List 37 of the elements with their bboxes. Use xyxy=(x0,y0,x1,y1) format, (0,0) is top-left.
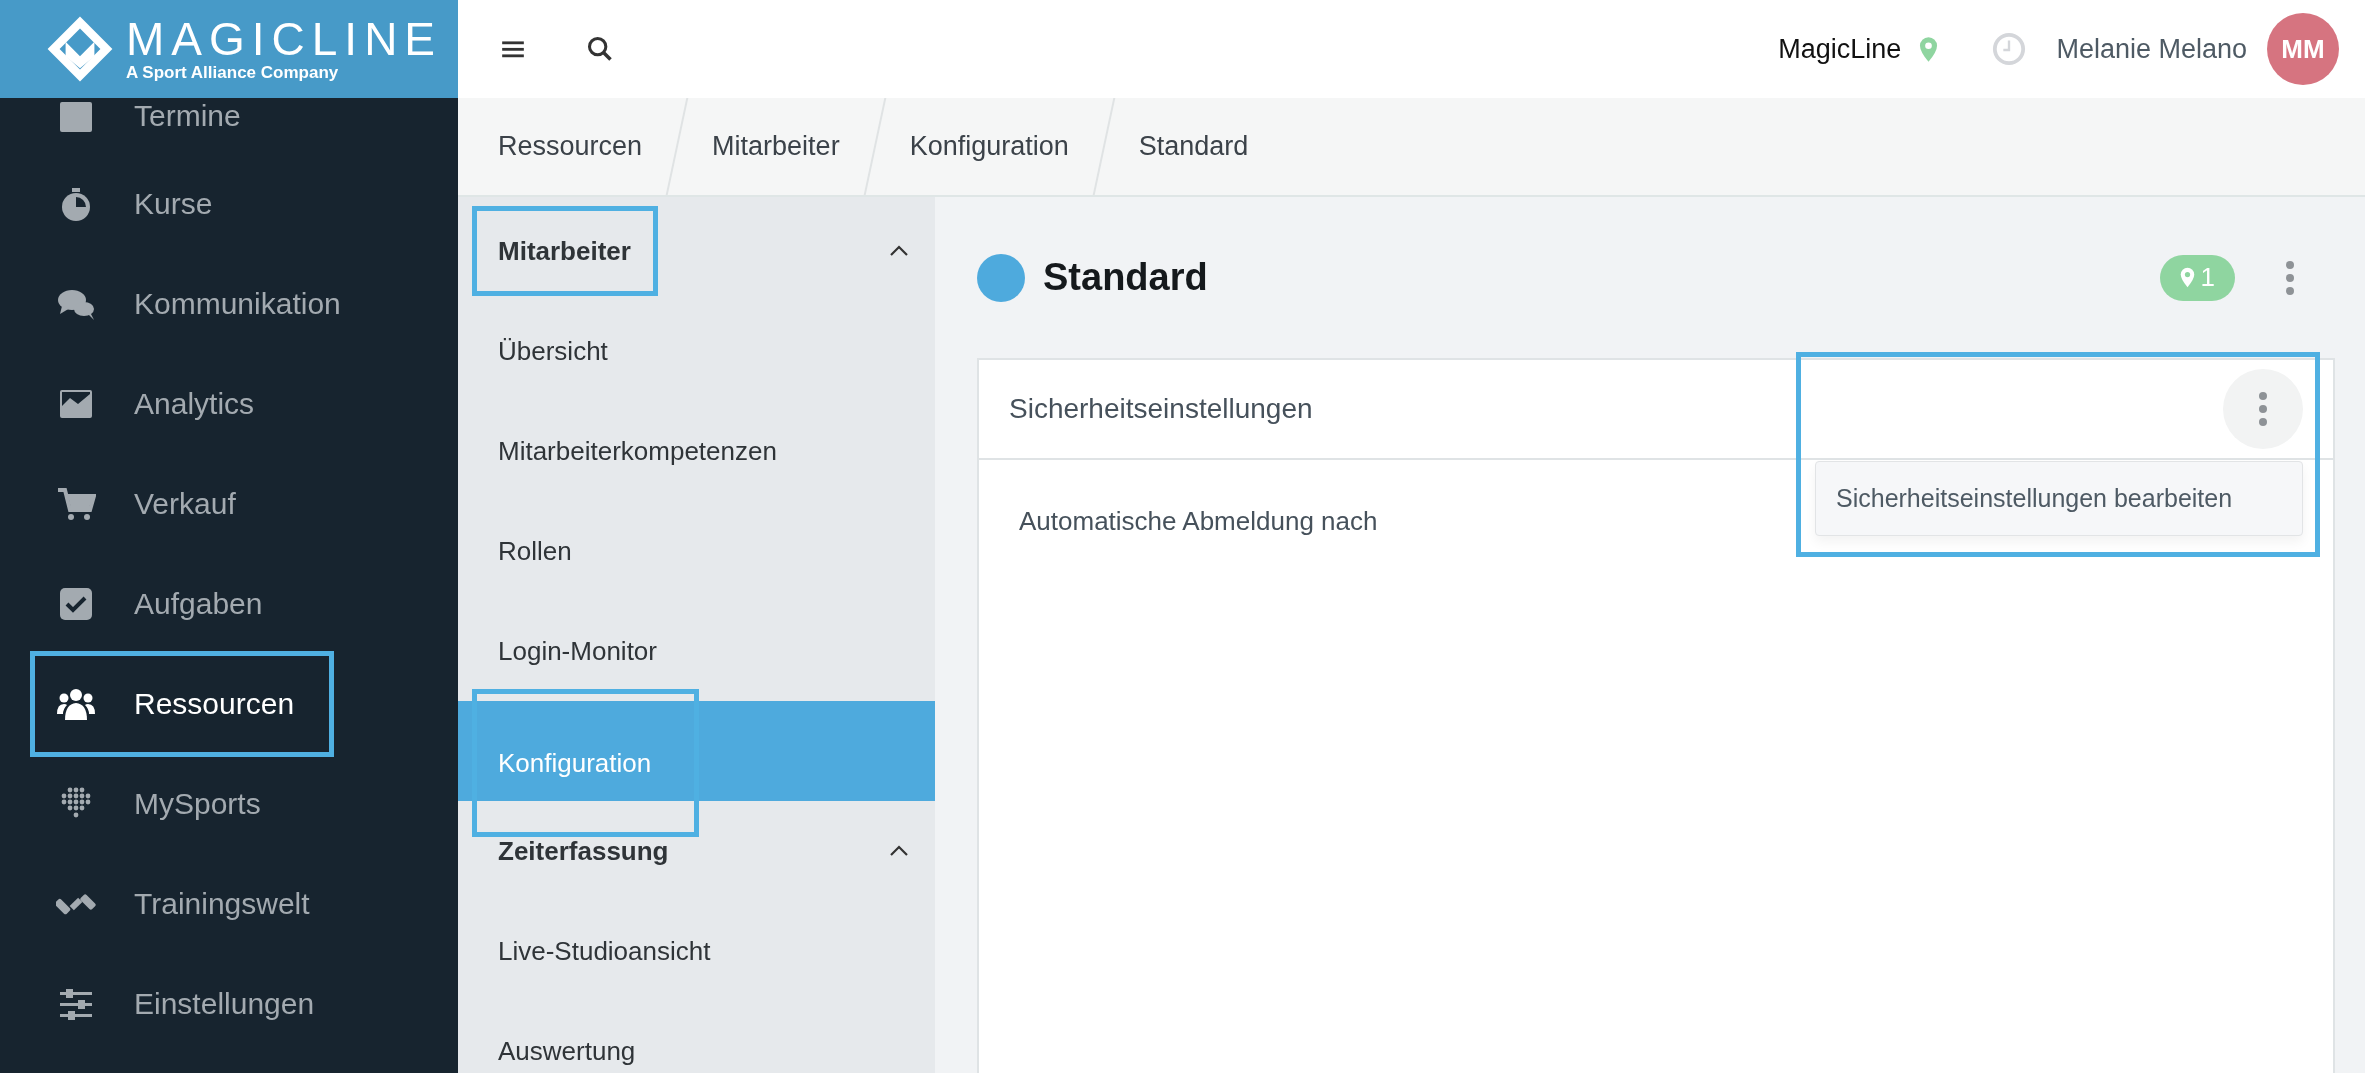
section-header[interactable]: Mitarbeiter xyxy=(472,206,658,296)
location-count: 1 xyxy=(2200,262,2215,293)
subnav-link[interactable]: Rollen xyxy=(472,515,599,587)
subnav-link[interactable]: Live-Studioansicht xyxy=(472,915,738,987)
sidebar-item[interactable]: Analytics xyxy=(30,354,332,454)
menu-item[interactable]: Sicherheitseinstellungen bearbeiten xyxy=(1816,462,2302,535)
sidebar-item[interactable]: Verkauf xyxy=(30,454,332,554)
breadcrumb-link[interactable]: Mitarbeiter xyxy=(678,98,874,195)
location-pin-icon xyxy=(1919,35,1939,63)
logo-name: MAGICLINE xyxy=(126,15,443,63)
subnav-link[interactable]: Login-Monitor xyxy=(472,615,684,687)
sidebar-item[interactable]: Termine xyxy=(30,98,332,154)
sidebar-item[interactable]: Trainingswelt xyxy=(30,854,350,954)
setting-label: Automatische Abmeldung nach xyxy=(1019,506,1378,536)
subnav-link[interactable]: Auswertung xyxy=(472,1015,663,1073)
more-icon[interactable] xyxy=(2285,259,2295,296)
card-title: Sicherheitseinstellungen xyxy=(1009,393,1313,425)
subnav-link[interactable]: Mitarbeiterkompetenzen xyxy=(472,415,804,487)
sidebar-item[interactable]: Ressourcen xyxy=(30,651,335,757)
sidebar-item[interactable]: MySports xyxy=(30,754,332,854)
breadcrumb-link[interactable]: Konfiguration xyxy=(875,98,1103,195)
subnav-link[interactable]: Übersicht xyxy=(472,315,635,387)
sidebar-item[interactable]: Aufgaben xyxy=(30,554,332,654)
sidebar-item[interactable]: Kommunikation xyxy=(30,254,381,354)
studio-name[interactable]: MagicLine xyxy=(1778,33,1902,65)
breadcrumb-link[interactable]: Ressourcen xyxy=(464,98,677,195)
sidebar-item[interactable]: Einstellungen xyxy=(30,954,355,1054)
chevron-icon[interactable] xyxy=(889,245,909,257)
breadcrumb-link[interactable]: Standard xyxy=(1104,98,1283,195)
logo-tagline: A Sport Alliance Company xyxy=(126,63,340,83)
chevron-icon[interactable] xyxy=(889,845,909,857)
location-pin-icon xyxy=(2179,267,2195,288)
search-icon[interactable] xyxy=(586,35,614,63)
user-name[interactable]: Melanie Melano xyxy=(2056,33,2247,65)
page-title: Standard xyxy=(1043,256,1208,299)
sidebar-item[interactable]: Kurse xyxy=(30,154,332,254)
more-icon xyxy=(2258,391,2268,427)
